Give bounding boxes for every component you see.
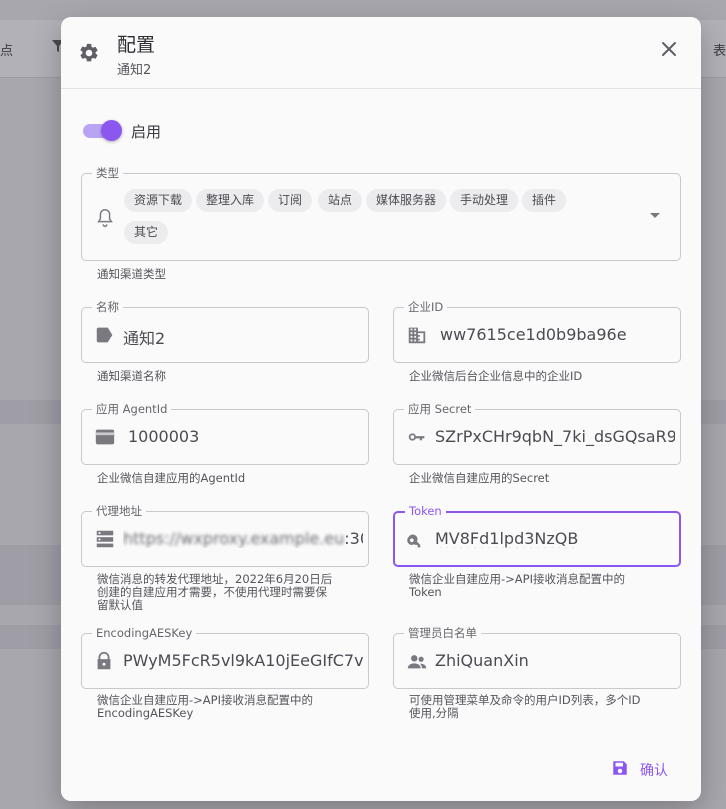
background-right-text: 表 bbox=[712, 44, 726, 59]
token-field[interactable]: Token MV8Fd1lpd3NzQB bbox=[393, 504, 681, 567]
corp-id-field[interactable]: 企业ID ww7615ce1d0b9ba96e bbox=[393, 300, 681, 363]
dialog-title: 配置 bbox=[117, 34, 156, 56]
confirm-label: 确认 bbox=[640, 763, 668, 779]
close-icon[interactable] bbox=[657, 37, 681, 61]
server-icon bbox=[96, 530, 114, 548]
chip-other[interactable]: 其它 bbox=[124, 221, 169, 244]
chevron-down-icon bbox=[650, 213, 660, 218]
key-icon bbox=[407, 534, 421, 548]
card-icon bbox=[95, 429, 115, 445]
aes-key-field[interactable]: EncodingAESKey PWyM5FcR5vl9kA10jEeGIfC7v bbox=[81, 626, 369, 689]
label-tag-icon bbox=[96, 327, 113, 343]
aes-key-input[interactable]: PWyM5FcR5vl9kA10jEeGIfC7v bbox=[123, 651, 363, 670]
secret-label: 应用 Secret bbox=[404, 402, 476, 416]
agent-id-input[interactable]: 1000003 bbox=[128, 427, 358, 446]
gear-icon bbox=[80, 43, 98, 62]
chip-resource-download[interactable]: 资源下载 bbox=[124, 189, 193, 212]
chip-site[interactable]: 站点 bbox=[318, 189, 363, 212]
secret-input[interactable]: SZrPxCHr9qbN_7ki_dsGQsaR9 bbox=[435, 427, 675, 446]
admin-whitelist-field[interactable]: 管理员白名单 ZhiQuanXin bbox=[393, 626, 681, 689]
corp-id-hint: 企业微信后台企业信息中的企业ID bbox=[409, 369, 583, 383]
chip-subscribe[interactable]: 订阅 bbox=[268, 189, 313, 212]
admin-whitelist-input[interactable]: ZhiQuanXin bbox=[435, 651, 675, 670]
confirm-button[interactable]: 确认 bbox=[603, 755, 673, 783]
agent-id-field[interactable]: 应用 AgentId 1000003 bbox=[81, 402, 369, 465]
name-input[interactable]: 通知2 bbox=[123, 325, 353, 349]
proxy-label: 代理地址 bbox=[92, 504, 146, 518]
config-dialog: 配置 通知2 启用 类型 资源下载 整理入库 订阅 站点 媒体服务器 手动处理 … bbox=[61, 17, 701, 801]
corp-id-input[interactable]: ww7615ce1d0b9ba96e bbox=[440, 325, 670, 344]
secret-hint: 企业微信自建应用的Secret bbox=[409, 471, 550, 485]
chip-media-server[interactable]: 媒体服务器 bbox=[366, 189, 447, 212]
secret-field[interactable]: 应用 Secret SZrPxCHr9qbN_7ki_dsGQsaR9 bbox=[393, 402, 681, 465]
chip-organize[interactable]: 整理入库 bbox=[196, 189, 265, 212]
token-label: Token bbox=[405, 504, 446, 518]
toggle-thumb bbox=[101, 120, 122, 141]
admin-whitelist-hint-line2: 使用,分隔 bbox=[409, 706, 459, 720]
corp-id-label: 企业ID bbox=[404, 300, 448, 314]
aes-key-label: EncodingAESKey bbox=[92, 626, 197, 640]
enable-toggle[interactable] bbox=[83, 120, 122, 141]
chip-plugin[interactable]: 插件 bbox=[522, 189, 567, 212]
agent-id-hint: 企业微信自建应用的AgentId bbox=[97, 471, 246, 485]
building-icon bbox=[408, 327, 426, 344]
name-field[interactable]: 名称 通知2 bbox=[81, 300, 369, 363]
enable-label: 启用 bbox=[131, 123, 162, 141]
proxy-input[interactable]: https://wxproxy.example.eu:3000/ bbox=[123, 529, 363, 548]
name-label: 名称 bbox=[92, 300, 123, 314]
dialog-subtitle: 通知2 bbox=[117, 63, 152, 78]
proxy-value-tail: :3000/ bbox=[344, 529, 363, 548]
type-select[interactable]: 类型 资源下载 整理入库 订阅 站点 媒体服务器 手动处理 插件 其它 bbox=[81, 166, 681, 261]
aes-key-hint-line2: EncodingAESKey bbox=[97, 706, 194, 720]
agent-id-label: 应用 AgentId bbox=[92, 402, 172, 416]
bell-icon bbox=[97, 209, 113, 227]
chip-manual[interactable]: 手动处理 bbox=[450, 189, 519, 212]
token-input[interactable]: MV8Fd1lpd3NzQB bbox=[435, 529, 665, 548]
users-icon bbox=[407, 655, 427, 669]
proxy-field[interactable]: 代理地址 https://wxproxy.example.eu:3000/ bbox=[81, 504, 369, 567]
save-icon bbox=[613, 761, 627, 775]
background-left-text: 点 bbox=[0, 44, 14, 59]
lock-icon bbox=[97, 651, 111, 670]
admin-whitelist-label: 管理员白名单 bbox=[404, 626, 481, 640]
key-icon bbox=[408, 433, 425, 441]
token-hint-line2: Token bbox=[409, 585, 442, 599]
proxy-blurred-text: https://wxproxy.example.eu bbox=[123, 529, 345, 548]
type-label: 类型 bbox=[92, 166, 123, 180]
proxy-hint-line3: 留默认值 bbox=[97, 598, 143, 612]
type-hint: 通知渠道类型 bbox=[97, 267, 166, 281]
dialog-header: 配置 通知2 bbox=[61, 17, 701, 89]
name-hint: 通知渠道名称 bbox=[97, 369, 166, 383]
